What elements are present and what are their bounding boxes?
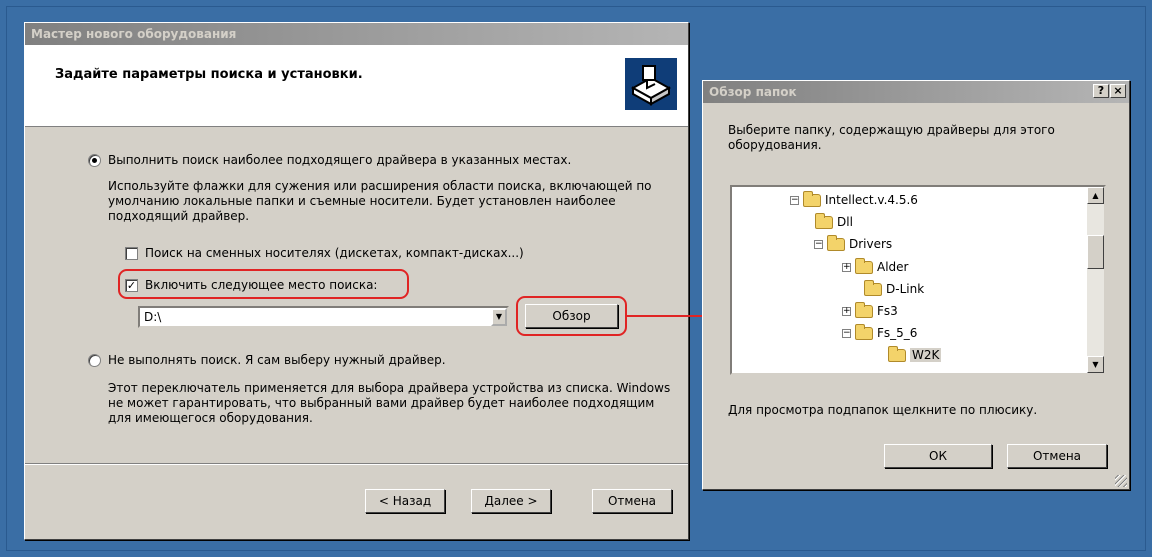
new-hardware-wizard: Мастер нового оборудования Задайте парам… (24, 22, 689, 540)
next-button[interactable]: Далее > (471, 489, 551, 513)
tree-item-label: Fs_5_6 (877, 326, 918, 340)
folder-icon (803, 190, 821, 207)
removable-media-row[interactable]: Поиск на сменных носителях (дискетах, ко… (125, 246, 524, 260)
folder-icon (855, 257, 873, 274)
search-path-combobox[interactable]: D:\ ▼ (138, 306, 509, 328)
option-manual-label: Не выполнять поиск. Я сам выберу нужный … (108, 353, 446, 367)
folder-tree[interactable]: − Intellect.v.4.5.6 Dll − Drivers + Alde… (730, 185, 1106, 375)
wizard-header: Задайте параметры поиска и установки. (25, 45, 688, 127)
tree-item-label: Drivers (849, 237, 893, 251)
tree-item[interactable]: + Alder (842, 257, 909, 274)
tree-item-selected[interactable]: W2K (888, 345, 942, 362)
wizard-footer-separator (25, 463, 688, 465)
scroll-down-icon[interactable]: ▼ (1087, 356, 1104, 373)
ok-button[interactable]: ОК (884, 444, 992, 468)
folder-icon (815, 212, 833, 229)
tree-item-label: Dll (837, 215, 853, 229)
option-search-description: Используйте флажки для сужения или расши… (108, 179, 652, 223)
browse-hint: Для просмотра подпапок щелкните по плюси… (728, 403, 1038, 417)
option-search-radio[interactable] (88, 153, 101, 167)
tree-scrollbar[interactable]: ▲ ▼ (1087, 187, 1104, 373)
hardware-icon (624, 57, 678, 111)
tree-item-label: Fs3 (877, 304, 898, 318)
tree-item[interactable]: − Drivers (814, 234, 893, 251)
wizard-header-title: Задайте параметры поиска и установки. (55, 67, 363, 82)
tree-item[interactable]: + Fs3 (842, 301, 898, 318)
browse-cancel-button[interactable]: Отмена (1007, 444, 1107, 468)
scroll-thumb[interactable] (1087, 235, 1104, 269)
tree-item[interactable]: − Fs_5_6 (842, 323, 918, 340)
removable-media-checkbox[interactable] (125, 246, 138, 260)
option-search-label: Выполнить поиск наиболее подходящего дра… (108, 153, 572, 167)
collapse-icon[interactable]: − (790, 195, 799, 205)
tree-item[interactable]: Dll (815, 212, 853, 229)
browse-titlebar[interactable]: Обзор папок ? × (703, 81, 1129, 103)
browse-title: Обзор папок (709, 85, 797, 99)
wizard-titlebar[interactable]: Мастер нового оборудования (25, 23, 688, 45)
expand-icon[interactable]: + (842, 306, 851, 316)
tree-item-label: W2K (910, 348, 942, 362)
tree-item-label: D-Link (886, 282, 925, 296)
folder-icon (827, 234, 845, 251)
expand-icon[interactable]: + (842, 262, 851, 272)
collapse-icon[interactable]: − (814, 239, 823, 249)
browse-folders-dialog: Обзор папок ? × Выберите папку, содержащ… (702, 80, 1130, 490)
help-icon[interactable]: ? (1093, 84, 1109, 98)
close-icon[interactable]: × (1110, 84, 1126, 98)
option-search-row[interactable]: Выполнить поиск наиболее подходящего дра… (88, 153, 571, 167)
cancel-button[interactable]: Отмена (592, 489, 672, 513)
resize-grip[interactable] (1115, 475, 1127, 487)
highlight-include-location (118, 269, 409, 299)
tree-item-label: Intellect.v.4.5.6 (825, 193, 918, 207)
folder-icon (864, 279, 882, 296)
browse-instruction: Выберите папку, содержащую драйверы для … (728, 123, 1055, 152)
option-manual-radio[interactable] (88, 353, 101, 367)
collapse-icon[interactable]: − (842, 328, 851, 338)
option-manual-description: Этот переключатель применяется для выбор… (108, 381, 671, 425)
highlight-browse-button (516, 296, 627, 336)
open-folder-icon (888, 345, 906, 362)
folder-icon (855, 323, 873, 340)
scroll-up-icon[interactable]: ▲ (1087, 187, 1104, 204)
tree-item[interactable]: D-Link (864, 279, 925, 296)
option-manual-row[interactable]: Не выполнять поиск. Я сам выберу нужный … (88, 353, 446, 367)
chevron-down-icon[interactable]: ▼ (491, 308, 507, 326)
removable-media-label: Поиск на сменных носителях (дискетах, ко… (145, 246, 524, 260)
tree-item-label: Alder (877, 260, 909, 274)
back-button[interactable]: < Назад (365, 489, 445, 513)
tree-item[interactable]: − Intellect.v.4.5.6 (790, 190, 918, 207)
folder-icon (855, 301, 873, 318)
search-path-value: D:\ (144, 310, 162, 324)
